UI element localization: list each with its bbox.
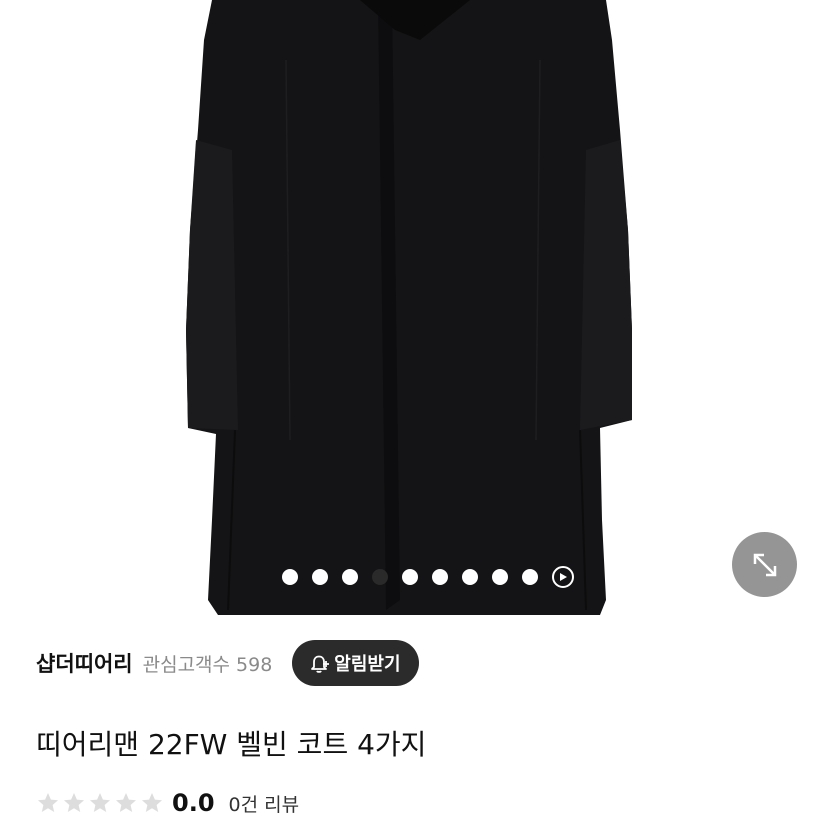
notify-label: 알림받기: [334, 654, 401, 675]
review-count-link[interactable]: 0건 리뷰: [229, 790, 300, 816]
followers-count: 관심고객수 598: [143, 650, 273, 677]
rating-score: 0.0: [172, 789, 215, 816]
gallery-dot[interactable]: [342, 569, 358, 585]
gallery-dot[interactable]: [402, 569, 418, 585]
gallery-dot[interactable]: [462, 569, 478, 585]
play-icon: [560, 573, 567, 581]
rating-stars: [36, 791, 164, 815]
star-empty-icon: [64, 793, 84, 812]
product-image-gallery[interactable]: [0, 0, 816, 615]
product-image: [186, 0, 632, 615]
gallery-pagination: [0, 566, 816, 588]
gallery-dot[interactable]: [522, 569, 538, 585]
star-empty-icon: [116, 793, 136, 812]
notify-button[interactable]: 알림받기: [292, 640, 419, 686]
shop-row: 샵더띠어리 관심고객수 598 알림받기: [36, 615, 780, 711]
star-empty-icon: [90, 793, 110, 812]
bell-plus-icon: [311, 655, 330, 673]
gallery-dot[interactable]: [492, 569, 508, 585]
followers-value: 598: [236, 653, 273, 676]
gallery-dot[interactable]: [312, 569, 328, 585]
product-info: 샵더띠어리 관심고객수 598 알림받기 띠어리맨 22FW 벨빈 코트 4가지 …: [0, 615, 816, 816]
rating-row: 0.0 0건 리뷰: [36, 783, 780, 816]
followers-label: 관심고객수: [142, 653, 231, 676]
star-empty-icon: [38, 793, 58, 812]
gallery-dot[interactable]: [282, 569, 298, 585]
video-dot-button[interactable]: [552, 566, 574, 588]
shop-name-link[interactable]: 샵더띠어리: [36, 648, 133, 678]
product-title: 띠어리맨 22FW 벨빈 코트 4가지: [36, 728, 427, 761]
expand-image-button[interactable]: [732, 532, 797, 597]
gallery-dot-active[interactable]: [372, 569, 388, 585]
star-empty-icon: [142, 793, 162, 812]
expand-arrows-icon: [753, 553, 776, 576]
gallery-dot[interactable]: [432, 569, 448, 585]
